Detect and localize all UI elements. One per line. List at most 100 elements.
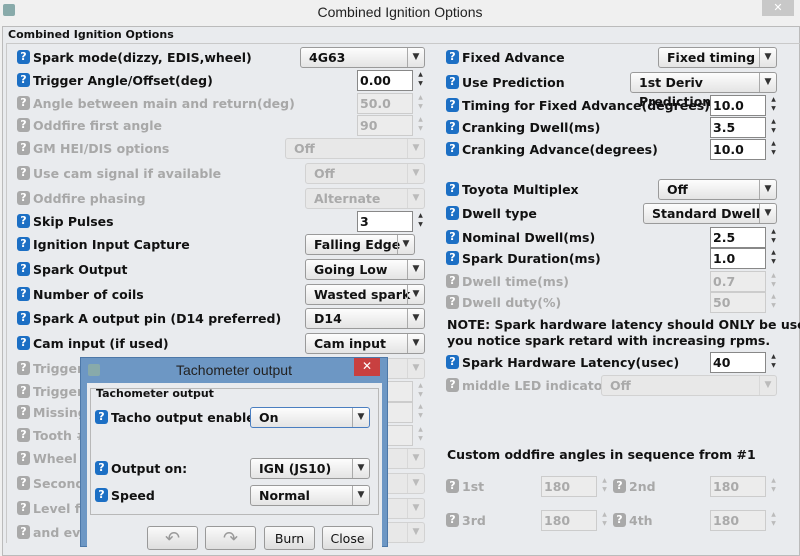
help-icon: ? xyxy=(17,451,30,465)
help-icon[interactable]: ? xyxy=(17,336,30,350)
burn-button[interactable]: Burn xyxy=(264,526,315,550)
left-row-5-value: Off xyxy=(314,166,335,181)
left-row-0-select[interactable]: 4G63 ▼ xyxy=(300,47,425,68)
help-icon[interactable]: ? xyxy=(446,251,459,265)
help-icon[interactable]: ? xyxy=(17,287,30,301)
right-row-3-label-text: Cranking Dwell(ms) xyxy=(462,119,601,135)
help-icon: ? xyxy=(17,525,30,539)
left-row-9-label: ? Spark Output xyxy=(17,260,128,278)
spinner-arrows-icon: ▲ ▼ xyxy=(771,293,776,309)
left-row-7-input[interactable]: 3 xyxy=(357,211,413,232)
spinner-arrows-icon: ▲ ▼ xyxy=(418,116,423,132)
left-row-12-select[interactable]: Cam input ▼ xyxy=(305,333,425,354)
latency-note-line2: you notice spark retard with increasing … xyxy=(447,333,771,348)
help-icon[interactable]: ? xyxy=(446,230,459,244)
right-row-8-input[interactable]: 1.0 xyxy=(710,248,766,269)
spinner-arrows-icon[interactable]: ▲ ▼ xyxy=(769,139,778,159)
right-row-5-select[interactable]: Off ▼ xyxy=(658,179,777,200)
left-row-5-label: ? Use cam signal if available xyxy=(17,164,221,182)
help-icon: ? xyxy=(17,141,30,155)
oddfire-4th-label-text: 4th xyxy=(629,512,653,528)
left-row-10-select[interactable]: Wasted spark ▼ xyxy=(305,284,425,305)
left-row-8-value: Falling Edge xyxy=(314,237,401,252)
help-icon: ? xyxy=(17,361,30,375)
right-row-2-input[interactable]: 10.0 xyxy=(710,95,766,116)
spinner-arrows-icon[interactable]: ▲ ▼ xyxy=(769,352,778,372)
tacho-row-0-select[interactable]: On ▼ xyxy=(250,407,370,428)
right-row-7-input[interactable]: 2.5 xyxy=(710,227,766,248)
help-icon[interactable]: ? xyxy=(446,182,459,196)
left-row-10-value: Wasted spark xyxy=(314,287,411,302)
help-icon: ? xyxy=(446,513,459,527)
help-icon: ? xyxy=(17,96,30,110)
spinner-arrows-icon[interactable]: ▲ ▼ xyxy=(769,117,778,137)
chevron-down-icon: ▼ xyxy=(407,359,424,378)
dialog-body: Tachometer output ? Tacho output enabled O… xyxy=(87,383,382,553)
window-title: Combined Ignition Options xyxy=(317,4,483,20)
help-icon[interactable]: ? xyxy=(17,73,30,87)
help-icon[interactable]: ? xyxy=(446,355,459,369)
help-icon[interactable]: ? xyxy=(446,98,459,112)
tacho-row-0-label-text: Tacho output enabled xyxy=(111,409,264,425)
help-icon[interactable]: ? xyxy=(17,237,30,251)
left-row-8-select[interactable]: Falling Edge ▼ xyxy=(305,234,415,255)
right-row-1-select[interactable]: 1st Deriv Prediction ▼ xyxy=(630,72,777,109)
right-row-0-select[interactable]: Fixed timing ▼ xyxy=(658,47,777,68)
tacho-row-2-select[interactable]: Normal ▼ xyxy=(250,485,370,506)
chevron-down-icon: ▼ xyxy=(352,408,369,427)
oddfire-3rd-label: ? 3rd xyxy=(446,511,486,529)
help-icon[interactable]: ? xyxy=(446,142,459,156)
oddfire-2nd-label-text: 2nd xyxy=(629,478,656,494)
right-row-12-label: ? middle LED indicator xyxy=(446,376,609,394)
chevron-down-icon: ▼ xyxy=(407,334,424,353)
help-icon[interactable]: ? xyxy=(95,488,108,502)
left-row-15-label-text: Missing xyxy=(33,404,87,420)
left-row-8-label-text: Ignition Input Capture xyxy=(33,236,190,252)
spinner-arrows-icon: ▲ ▼ xyxy=(418,426,423,442)
help-icon[interactable]: ? xyxy=(95,461,108,475)
left-row-2-label-text: Angle between main and return(deg) xyxy=(33,95,295,111)
help-icon: ? xyxy=(446,479,459,493)
chevron-down-icon: ▼ xyxy=(407,474,424,493)
spinner-arrows-icon[interactable]: ▲ ▼ xyxy=(769,95,778,115)
dialog-close-button[interactable]: ✕ xyxy=(354,358,380,376)
help-icon[interactable]: ? xyxy=(17,214,30,228)
left-row-5-label-text: Use cam signal if available xyxy=(33,165,222,181)
left-row-9-select[interactable]: Going Low ▼ xyxy=(305,259,425,280)
help-icon: ? xyxy=(17,384,30,398)
right-row-6-select[interactable]: Standard Dwell ▼ xyxy=(643,203,777,224)
left-row-11-select[interactable]: D14 ▼ xyxy=(305,308,425,329)
tacho-row-1-select[interactable]: IGN (JS10) ▼ xyxy=(250,458,370,479)
right-row-4-input[interactable]: 10.0 xyxy=(710,139,766,160)
help-icon[interactable]: ? xyxy=(17,262,30,276)
help-icon: ? xyxy=(17,191,30,205)
help-icon[interactable]: ? xyxy=(17,311,30,325)
undo-button[interactable]: ↶ xyxy=(147,526,198,550)
redo-button[interactable]: ↷ xyxy=(205,526,256,550)
spinner-arrows-icon[interactable]: ▲ ▼ xyxy=(416,70,425,90)
left-row-1-input[interactable]: 0.00 xyxy=(357,70,413,91)
help-icon: ? xyxy=(613,479,626,493)
spinner-arrows-icon[interactable]: ▲ ▼ xyxy=(769,248,778,268)
right-row-11-input[interactable]: 40 xyxy=(710,352,766,373)
spinner-arrows-icon[interactable]: ▲ ▼ xyxy=(769,227,778,247)
spinner-arrows-icon[interactable]: ▲ ▼ xyxy=(416,211,425,231)
right-row-3-input[interactable]: 3.5 xyxy=(710,117,766,138)
help-icon[interactable]: ? xyxy=(446,50,459,64)
right-row-9-label-text: Dwell time(ms) xyxy=(462,273,569,289)
left-row-18-label-text: Second xyxy=(33,475,85,491)
help-icon[interactable]: ? xyxy=(446,120,459,134)
right-row-12-select: Off ▼ xyxy=(601,375,777,396)
help-icon[interactable]: ? xyxy=(95,410,108,424)
spinner-arrows-icon: ▲ ▼ xyxy=(771,272,776,288)
spinner-arrows-icon: ▲ ▼ xyxy=(771,477,776,493)
help-icon[interactable]: ? xyxy=(446,75,459,89)
help-icon[interactable]: ? xyxy=(17,50,30,64)
close-button[interactable]: Close xyxy=(322,526,373,550)
window-close-button[interactable]: ✕ xyxy=(762,0,794,16)
tacho-row-0-value: On xyxy=(259,410,279,425)
tachometer-dialog: Tachometer output ✕ Tachometer output ? T… xyxy=(80,357,388,553)
chevron-down-icon: ▼ xyxy=(407,523,424,542)
help-icon[interactable]: ? xyxy=(446,206,459,220)
left-row-6-label-text: Oddfire phasing xyxy=(33,190,146,206)
